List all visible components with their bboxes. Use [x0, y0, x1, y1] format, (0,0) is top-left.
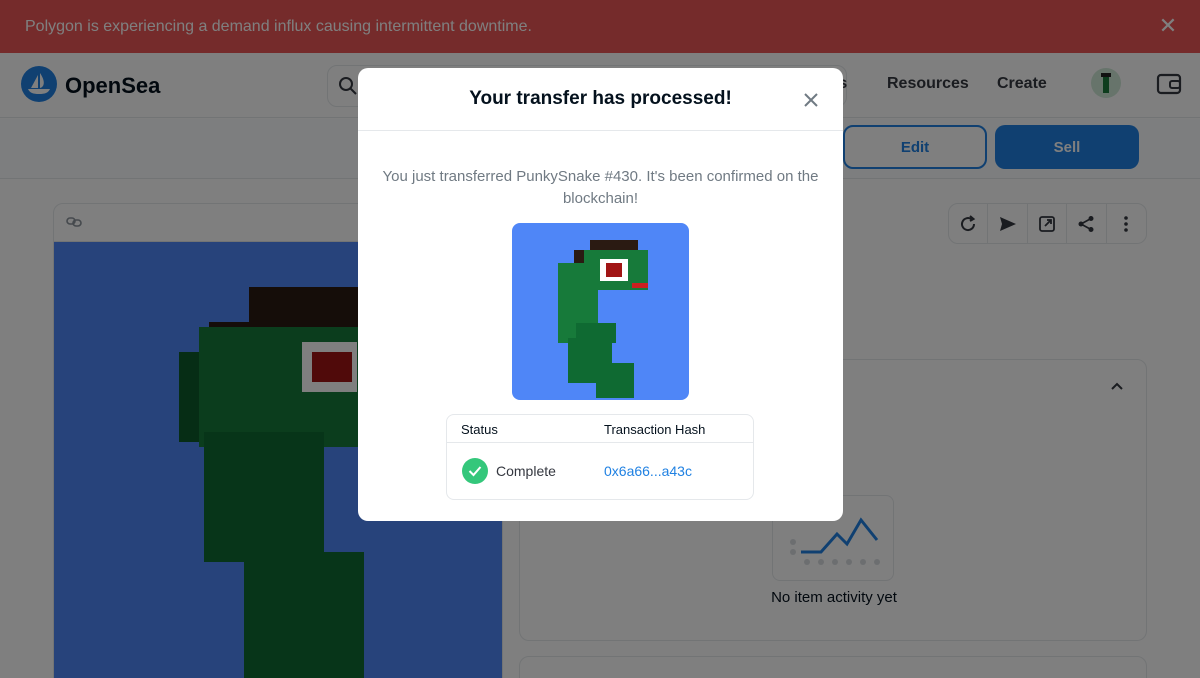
hash-column-header: Transaction Hash: [604, 422, 706, 437]
check-circle-icon: [462, 458, 488, 484]
nft-image: [512, 223, 689, 400]
status-column-header: Status: [461, 422, 498, 437]
table-row: Complete 0x6a66...a43c: [447, 443, 753, 499]
modal-message: You just transferred PunkySnake #430. It…: [382, 168, 819, 207]
transaction-table-header: Status Transaction Hash: [447, 415, 753, 443]
status-value: Complete: [496, 463, 556, 479]
transfer-complete-modal: Your transfer has processed! You just tr…: [358, 68, 843, 521]
transaction-table: Status Transaction Hash Complete 0x6a66.…: [446, 414, 754, 500]
transaction-hash-link[interactable]: 0x6a66...a43c: [604, 463, 692, 479]
close-icon[interactable]: [801, 90, 821, 110]
modal-header: Your transfer has processed!: [358, 68, 843, 131]
modal-title: Your transfer has processed!: [469, 88, 732, 109]
